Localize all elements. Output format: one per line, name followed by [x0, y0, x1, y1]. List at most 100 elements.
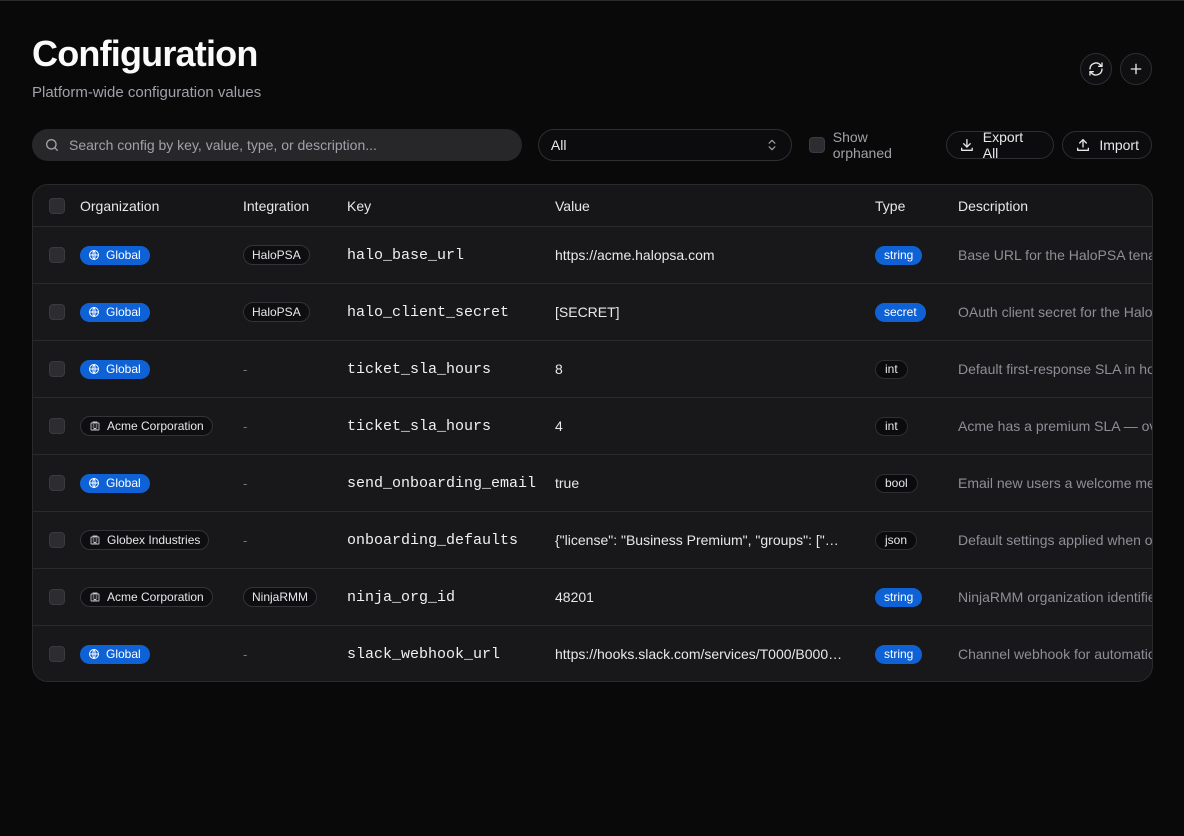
org-badge-label: Global	[106, 248, 141, 262]
value-cell: 4	[555, 398, 845, 454]
column-header-key[interactable]: Key	[347, 185, 542, 226]
org-badge-global: Global	[80, 473, 150, 493]
config-description: Default settings applied when o	[958, 532, 1153, 548]
header-actions	[1080, 53, 1152, 85]
integration-empty: -	[243, 646, 248, 662]
table-row[interactable]: Acme Corporation - ticket_sla_hours 4 int Acm…	[33, 397, 1152, 454]
key-cell: halo_base_url	[347, 227, 542, 283]
config-value: 4	[555, 418, 563, 434]
search-icon	[46, 139, 58, 151]
config-key: ticket_sla_hours	[347, 417, 492, 435]
org-badge-label: Acme Corporation	[107, 419, 204, 433]
organization-cell: Acme Corporation	[80, 398, 230, 454]
org-badge: Acme Corporation	[80, 416, 213, 436]
show-orphaned-toggle[interactable]: Show orphaned	[808, 129, 930, 161]
page-subtitle: Platform-wide configuration values	[32, 84, 262, 101]
config-value: true	[555, 475, 580, 491]
globe-icon	[89, 649, 99, 659]
select-all-checkbox[interactable]	[49, 197, 65, 214]
upload-icon	[1077, 139, 1090, 151]
chevron-up-down-icon	[768, 139, 776, 151]
table-row[interactable]: Global HaloPSA halo_client_secret [SECRET] s…	[33, 283, 1152, 340]
config-table: Organization Integration Key Value Type …	[32, 184, 1153, 682]
table-header-row: Organization Integration Key Value Type …	[33, 185, 1152, 226]
show-orphaned-checkbox[interactable]	[808, 137, 825, 153]
integration-badge: HaloPSA	[243, 302, 310, 322]
column-header-value[interactable]: Value	[555, 185, 845, 226]
config-value: [SECRET]	[555, 304, 620, 320]
row-select-cell	[49, 626, 65, 681]
building-icon	[90, 421, 100, 431]
row-checkbox[interactable]	[49, 418, 65, 434]
refresh-button[interactable]	[1080, 53, 1112, 85]
export-all-button[interactable]: Export All	[945, 129, 1055, 161]
description-cell: Email new users a welcome mes	[958, 455, 1152, 511]
org-badge-label: Global	[106, 476, 141, 490]
table-row[interactable]: Global - ticket_sla_hours 8 int Default first…	[33, 340, 1152, 397]
type-cell: int	[875, 341, 945, 397]
refresh-icon	[1089, 62, 1103, 76]
config-value: 8	[555, 361, 563, 377]
config-key: halo_base_url	[347, 246, 465, 264]
page-title: Configuration	[32, 33, 258, 74]
column-header-description[interactable]: Description	[958, 185, 1152, 226]
globe-icon	[89, 307, 99, 317]
row-checkbox[interactable]	[49, 304, 65, 320]
integration-cell: -	[243, 341, 333, 397]
column-header-organization[interactable]: Organization	[80, 185, 230, 226]
row-checkbox[interactable]	[49, 589, 65, 605]
table-row[interactable]: Acme Corporation NinjaRMM ninja_org_id 4820…	[33, 568, 1152, 625]
integration-badge: NinjaRMM	[243, 587, 318, 607]
table-row[interactable]: Global HaloPSA halo_base_url https://acme.h…	[33, 226, 1152, 283]
organization-cell: Global	[80, 284, 230, 340]
description-cell: Channel webhook for automatio	[958, 626, 1153, 681]
page-header: Configuration Platform-wide configuratio…	[32, 1, 1152, 117]
value-cell: https://acme.halopsa.com	[555, 227, 845, 283]
type-cell: string	[875, 227, 945, 283]
row-checkbox[interactable]	[49, 475, 65, 491]
type-cell: string	[875, 569, 945, 625]
row-select-cell	[49, 512, 65, 568]
export-all-label: Export All	[982, 129, 1024, 161]
description-cell: OAuth client secret for the HaloP	[958, 284, 1152, 340]
row-checkbox[interactable]	[49, 247, 65, 263]
table-row[interactable]: Global - send_onboarding_email true bool Emai…	[33, 454, 1152, 511]
org-badge-global: Global	[80, 359, 150, 379]
org-badge-global: Global	[80, 302, 150, 322]
table-row[interactable]: Globex Industries - onboarding_defaults {"l…	[33, 511, 1152, 568]
globe-icon	[89, 250, 99, 260]
row-checkbox[interactable]	[49, 532, 65, 548]
show-orphaned-label: Show orphaned	[832, 129, 892, 161]
search-box[interactable]	[32, 129, 522, 161]
scope-filter-select[interactable]: All	[537, 129, 792, 161]
integration-empty: -	[243, 361, 248, 377]
row-select-cell	[49, 569, 65, 625]
type-cell: bool	[875, 455, 945, 511]
add-config-button[interactable]	[1120, 53, 1152, 85]
column-header-type[interactable]: Type	[875, 185, 945, 226]
type-badge: secret	[875, 302, 926, 322]
search-input[interactable]	[69, 137, 510, 153]
key-cell: ticket_sla_hours	[347, 341, 542, 397]
value-cell: 48201	[555, 569, 845, 625]
config-key: slack_webhook_url	[347, 645, 501, 663]
config-value: 48201	[555, 589, 594, 605]
row-checkbox[interactable]	[49, 361, 65, 377]
type-badge: int	[875, 416, 908, 436]
value-cell: [SECRET]	[555, 284, 845, 340]
config-description: Channel webhook for automatio	[958, 646, 1153, 662]
type-badge: json	[875, 530, 918, 550]
column-header-integration[interactable]: Integration	[243, 185, 333, 226]
import-button[interactable]: Import	[1062, 131, 1152, 159]
globe-icon	[89, 364, 99, 374]
integration-cell: NinjaRMM	[243, 569, 333, 625]
row-checkbox[interactable]	[49, 646, 65, 662]
integration-cell: HaloPSA	[243, 284, 333, 340]
org-badge-label: Global	[106, 647, 141, 661]
table-row[interactable]: Global - slack_webhook_url https://hooks.sl…	[33, 625, 1153, 681]
integration-cell: HaloPSA	[243, 227, 333, 283]
row-select-cell	[49, 227, 65, 283]
key-cell: send_onboarding_email	[347, 455, 542, 511]
config-description: NinjaRMM organization identifie	[958, 589, 1153, 605]
integration-badge: HaloPSA	[243, 245, 310, 265]
